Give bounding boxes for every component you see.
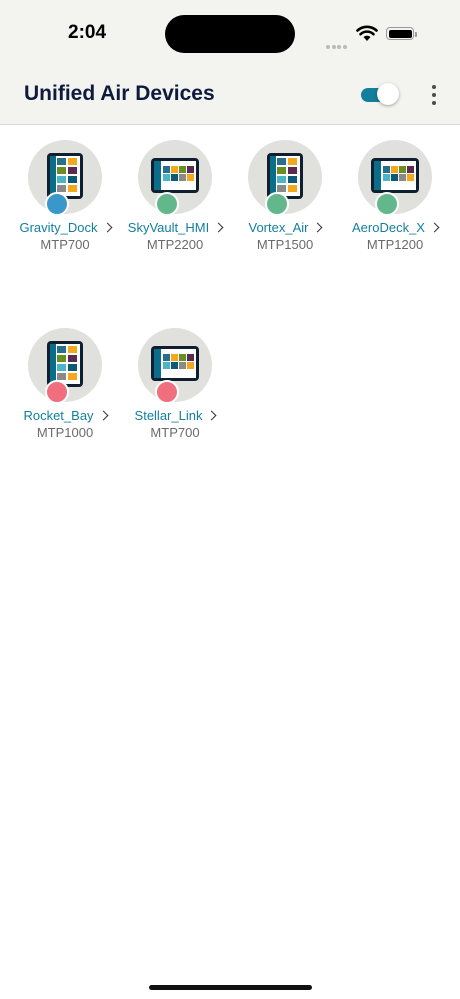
device-tile[interactable]: Rocket_Bay MTP1000 [10, 328, 120, 448]
device-model: MTP1000 [36, 425, 94, 440]
device-name-link[interactable]: Vortex_Air [230, 220, 340, 235]
home-indicator [149, 985, 312, 990]
chevron-right-icon [213, 222, 224, 233]
device-avatar[interactable] [248, 140, 322, 216]
device-model: MTP700 [150, 425, 200, 440]
device-model: MTP2200 [146, 237, 204, 252]
device-avatar[interactable] [138, 328, 212, 404]
dynamic-island [165, 15, 295, 53]
battery-icon [386, 27, 417, 40]
device-name: Gravity_Dock [19, 220, 98, 235]
hmi-panel-icon [371, 158, 419, 193]
toggle-knob [377, 83, 399, 105]
device-name: SkyVault_HMI [127, 220, 210, 235]
status-dot [375, 192, 399, 216]
device-name-link[interactable]: SkyVault_HMI [120, 220, 230, 235]
device-model: MTP700 [40, 237, 90, 252]
device-avatar[interactable] [28, 328, 102, 404]
chevron-right-icon [313, 222, 323, 233]
chevron-right-icon [102, 222, 112, 233]
device-name-link[interactable]: Rocket_Bay [10, 408, 120, 423]
device-model: MTP1500 [256, 237, 314, 252]
device-name-link[interactable]: AeroDeck_X [340, 220, 450, 235]
device-tile[interactable]: Gravity_Dock MTP700 [10, 140, 120, 260]
online-toggle[interactable] [361, 83, 399, 107]
device-tile[interactable]: AeroDeck_X MTP1200 [340, 140, 450, 260]
device-tile[interactable]: Vortex_Air MTP1500 [230, 140, 340, 260]
chevron-right-icon [207, 410, 217, 421]
status-dot [45, 380, 69, 404]
wifi-icon [356, 24, 378, 47]
device-avatar[interactable] [358, 140, 432, 216]
device-tile[interactable]: SkyVault_HMI MTP2200 [120, 140, 230, 260]
device-model: MTP1200 [366, 237, 424, 252]
device-tile[interactable]: Stellar_Link MTP700 [120, 328, 230, 448]
device-name-link[interactable]: Gravity_Dock [10, 220, 120, 235]
cellular-signal-icon [326, 36, 348, 54]
app-header: 2:04 Unified Air Devices [0, 0, 460, 125]
page-title: Unified Air Devices [24, 82, 215, 105]
status-dot [45, 192, 69, 216]
status-dot [155, 380, 179, 404]
device-name: Vortex_Air [248, 220, 309, 235]
device-name-link[interactable]: Stellar_Link [120, 408, 230, 423]
device-name: Stellar_Link [134, 408, 203, 423]
device-avatar[interactable] [28, 140, 102, 216]
device-name: Rocket_Bay [23, 408, 94, 423]
chevron-right-icon [429, 222, 440, 233]
status-dot [265, 192, 289, 216]
chevron-right-icon [98, 410, 108, 421]
device-name: AeroDeck_X [352, 220, 425, 235]
status-time: 2:04 [68, 22, 107, 43]
device-avatar[interactable] [138, 140, 212, 216]
hmi-panel-icon [151, 158, 199, 193]
hmi-panel-icon [151, 346, 199, 381]
more-options-icon[interactable] [428, 85, 440, 105]
status-dot [155, 192, 179, 216]
